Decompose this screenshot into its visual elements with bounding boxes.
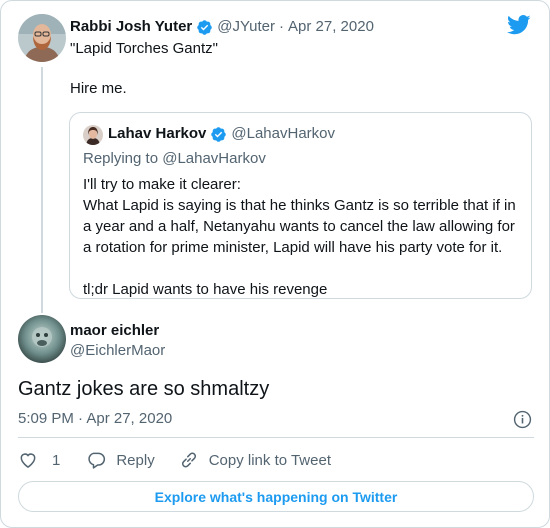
tweet-text: Gantz jokes are so shmaltzy — [18, 378, 270, 400]
verified-badge-icon — [210, 126, 227, 143]
avatar — [83, 125, 103, 145]
quoted-line: I'll try to make it clearer: — [83, 176, 241, 193]
parent-tweet-header: Rabbi Josh Yuter @JYuter · Apr 27, 2020 — [70, 17, 374, 37]
author-name[interactable]: maor eichler — [70, 321, 159, 341]
tweet-date-link[interactable]: Apr 27, 2020 — [288, 17, 374, 37]
quoted-tweet-text: I'll try to make it clearer: What Lapid … — [83, 174, 523, 300]
twitter-bird-icon[interactable] — [507, 15, 531, 35]
explore-twitter-button[interactable]: Explore what's happening on Twitter — [18, 481, 534, 512]
tweet-timestamp-link[interactable]: 5:09 PM · Apr 27, 2020 — [18, 409, 172, 429]
heart-icon — [18, 450, 38, 470]
author-name: Lahav Harkov — [108, 125, 207, 142]
speech-bubble-icon — [86, 450, 106, 470]
avatar[interactable] — [18, 14, 66, 62]
tweet-actions: 1 Reply Copy link to Tweet — [18, 450, 331, 470]
author-handle[interactable]: @JYuter — [217, 17, 275, 37]
author-name[interactable]: Rabbi Josh Yuter — [70, 17, 192, 37]
quoted-tweet-header: Lahav Harkov @LahavHarkov — [108, 124, 335, 144]
copy-link-button[interactable]: Copy link to Tweet — [179, 450, 331, 470]
link-icon — [179, 450, 199, 470]
quoted-tweet[interactable]: Lahav Harkov @LahavHarkov Replying to @L… — [69, 112, 532, 299]
reply-button[interactable]: Reply — [86, 450, 155, 470]
thread-connector-line — [41, 67, 43, 313]
parent-tweet-text: "Lapid Torches Gantz" Hire me. — [70, 40, 218, 97]
replying-to-label: Replying to @LahavHarkov — [83, 150, 266, 167]
copy-link-label: Copy link to Tweet — [208, 451, 331, 469]
separator-dot: · — [279, 18, 285, 35]
like-count: 1 — [52, 451, 61, 469]
like-button[interactable]: 1 — [18, 450, 60, 470]
author-handle: @LahavHarkov — [231, 125, 335, 142]
divider — [18, 437, 534, 438]
verified-badge-icon — [196, 19, 213, 36]
author-handle[interactable]: @EichlerMaor — [70, 341, 165, 361]
avatar[interactable] — [18, 315, 66, 363]
reply-label: Reply — [116, 451, 155, 469]
quoted-line: What Lapid is saying is that he thinks G… — [83, 197, 516, 256]
info-icon[interactable] — [513, 410, 532, 429]
quoted-line: tl;dr Lapid wants to have his revenge — [83, 281, 328, 298]
tweet-embed-card: Rabbi Josh Yuter @JYuter · Apr 27, 2020 … — [0, 0, 550, 528]
